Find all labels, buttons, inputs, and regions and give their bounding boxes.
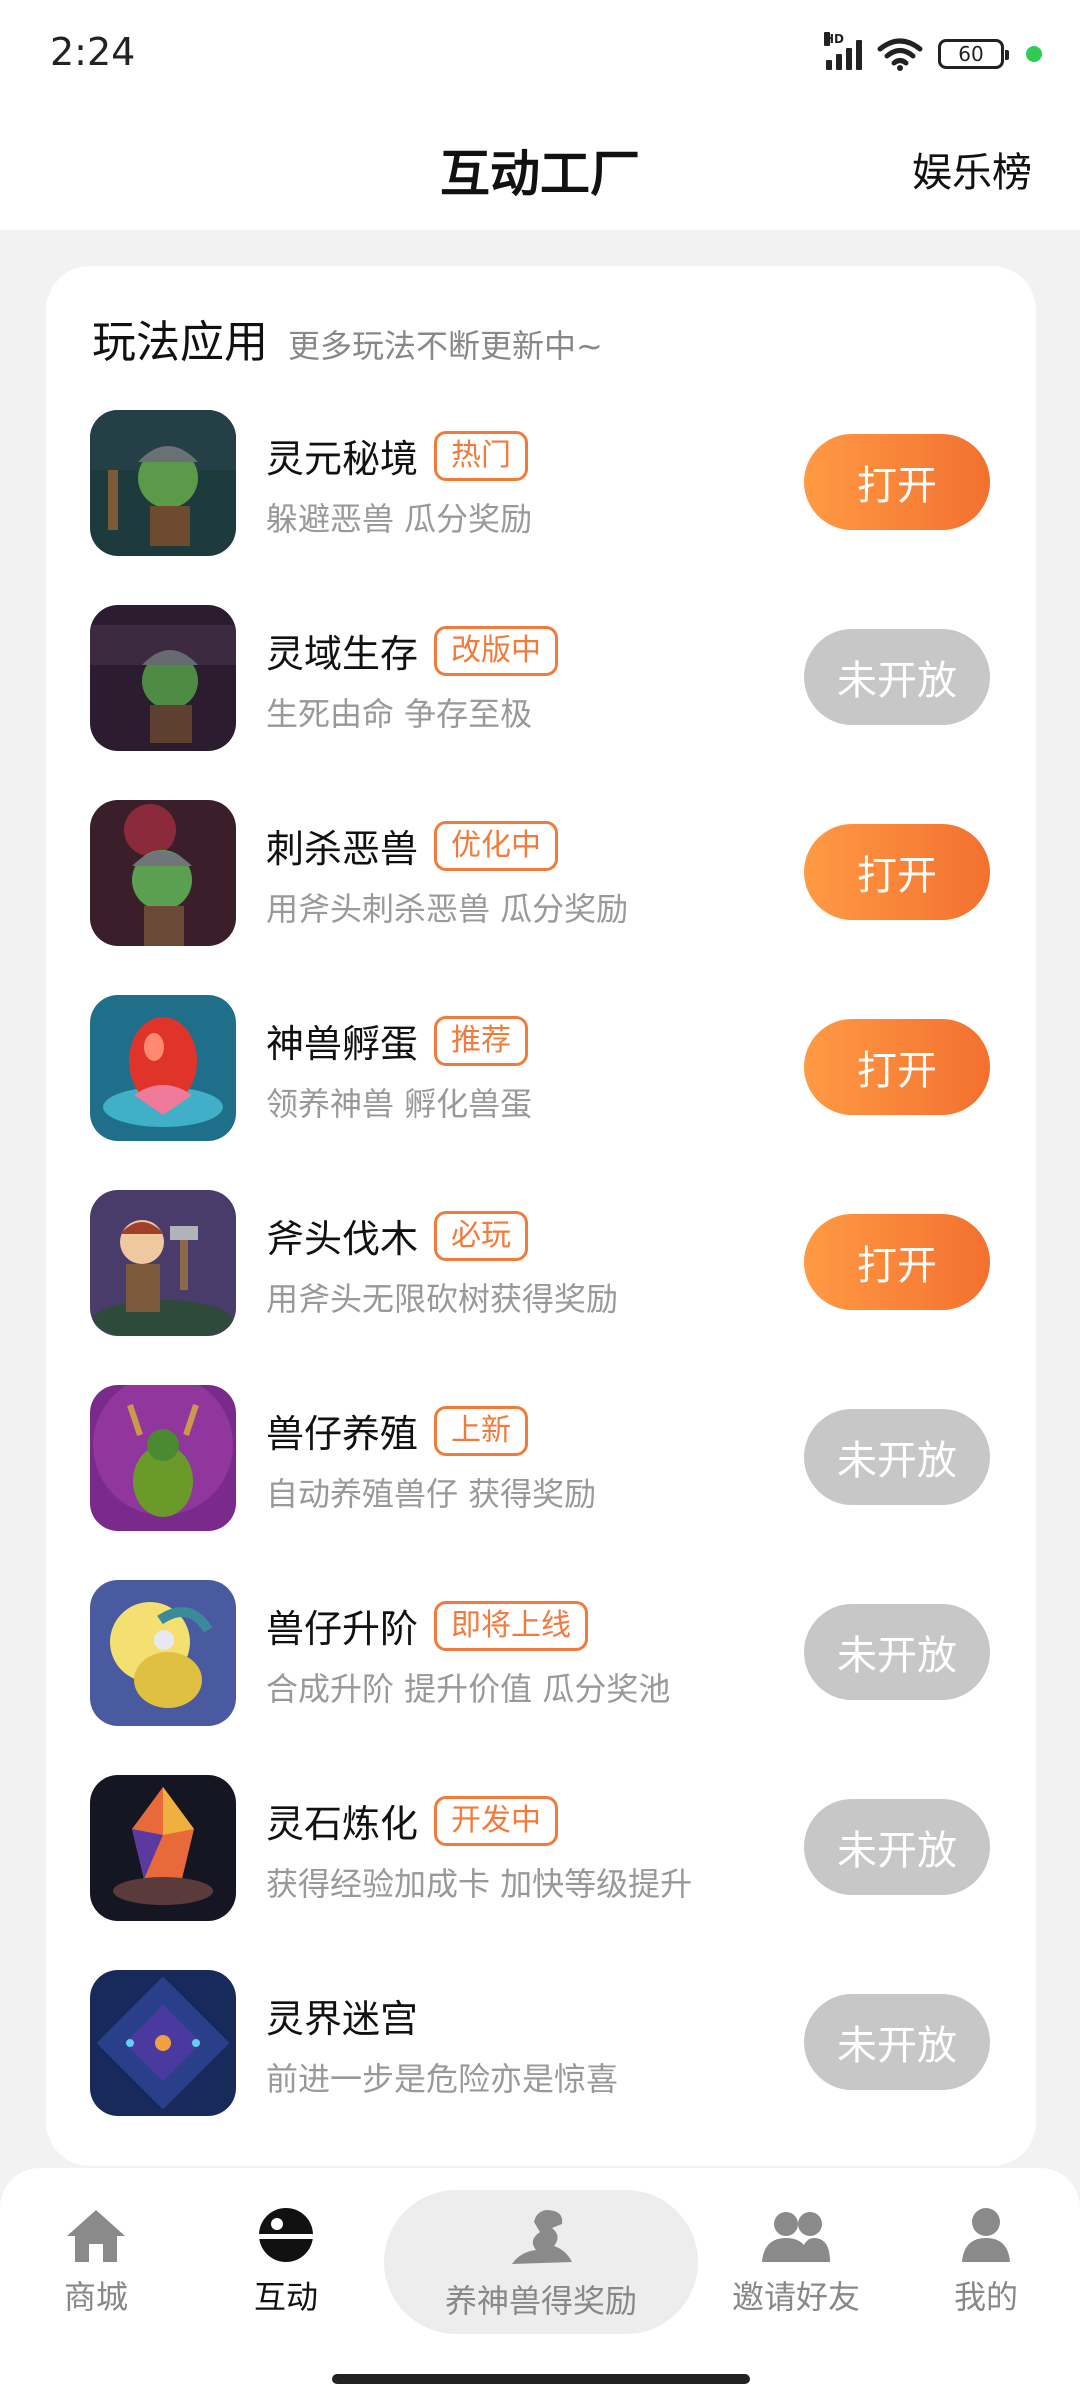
- game-name: 灵石炼化 开发中: [266, 1793, 559, 1848]
- game-tag: 优化中: [434, 820, 559, 871]
- wifi-icon: [877, 38, 923, 71]
- game-title: 灵元秘境: [266, 437, 419, 481]
- game-tag: 即将上线: [434, 1600, 589, 1651]
- nav-raise-beast[interactable]: 养神兽得奖励: [384, 2190, 698, 2334]
- privacy-indicator-dot: [1026, 46, 1042, 62]
- nav-mine-label: 我的: [953, 2278, 1018, 2316]
- game-title: 斧头伐木: [266, 1217, 419, 1261]
- games-card: 玩法应用 更多玩法不断更新中~ 灵元秘境 热门 躲避恶兽 瓜分奖励 打开 灵域生存…: [46, 266, 1036, 2166]
- game-thumbnail: [90, 800, 236, 946]
- game-item[interactable]: 兽仔养殖 上新 自动养殖兽仔 获得奖励 未开放: [46, 1385, 1036, 1580]
- game-name: 灵界迷宫: [266, 1988, 418, 2043]
- game-item[interactable]: 灵石炼化 开发中 获得经验加成卡 加快等级提升 未开放: [46, 1775, 1036, 1970]
- game-name: 灵域生存 改版中: [266, 623, 559, 678]
- not-open-button[interactable]: 未开放: [804, 1994, 990, 2090]
- person-icon: [906, 2200, 1066, 2264]
- battery-level: 60: [958, 42, 984, 66]
- friends-icon: [716, 2200, 876, 2264]
- game-title: 灵域生存: [266, 632, 419, 676]
- game-thumbnail: [90, 1580, 236, 1726]
- game-item[interactable]: 灵域生存 改版中 生死由命 争存至极 未开放: [46, 605, 1036, 800]
- section-header: 玩法应用 更多玩法不断更新中~: [92, 306, 603, 370]
- not-open-button[interactable]: 未开放: [804, 1799, 990, 1895]
- home-indicator[interactable]: [332, 2374, 750, 2384]
- header: 互动工厂 娱乐榜: [0, 104, 1080, 230]
- battery-icon: 60: [938, 39, 1009, 69]
- game-title: 灵石炼化: [266, 1802, 419, 1846]
- game-thumbnail: [90, 1970, 236, 2116]
- game-list: 灵元秘境 热门 躲避恶兽 瓜分奖励 打开 灵域生存 改版中 生死由命 争存至极 未开…: [46, 410, 1036, 2165]
- game-tag: 改版中: [434, 625, 559, 676]
- game-item[interactable]: 灵界迷宫 前进一步是危险亦是惊喜 未开放: [46, 1970, 1036, 2165]
- bottom-nav: 商城 互动 养神兽得奖励 邀请好友 我的: [0, 2168, 1080, 2400]
- nav-mine[interactable]: 我的: [906, 2200, 1066, 2318]
- game-thumbnail: [90, 410, 236, 556]
- game-thumbnail: [90, 1775, 236, 1921]
- game-title: 神兽孵蛋: [266, 1022, 419, 1066]
- section-title: 玩法应用: [92, 317, 268, 368]
- nav-shop[interactable]: 商城: [16, 2200, 176, 2318]
- planet-icon: [206, 2200, 366, 2264]
- nav-invite-label: 邀请好友: [731, 2278, 860, 2316]
- game-item[interactable]: 灵元秘境 热门 躲避恶兽 瓜分奖励 打开: [46, 410, 1036, 605]
- nav-interact[interactable]: 互动: [206, 2200, 366, 2318]
- open-button[interactable]: 打开: [804, 1019, 990, 1115]
- game-description: 用斧头无限砍树获得奖励: [266, 1280, 619, 1318]
- game-description: 获得经验加成卡 加快等级提升: [266, 1865, 693, 1903]
- section-subtitle: 更多玩法不断更新中~: [288, 327, 603, 365]
- game-tag: 热门: [434, 430, 529, 481]
- open-button[interactable]: 打开: [804, 1214, 990, 1310]
- game-item[interactable]: 斧头伐木 必玩 用斧头无限砍树获得奖励 打开: [46, 1190, 1036, 1385]
- open-button[interactable]: 打开: [804, 434, 990, 530]
- game-name: 神兽孵蛋 推荐: [266, 1013, 529, 1068]
- home-icon: [16, 2200, 176, 2264]
- game-name: 兽仔养殖 上新: [266, 1403, 529, 1458]
- game-thumbnail: [90, 605, 236, 751]
- game-item[interactable]: 神兽孵蛋 推荐 领养神兽 孵化兽蛋 打开: [46, 995, 1036, 1190]
- not-open-button[interactable]: 未开放: [804, 1604, 990, 1700]
- game-thumbnail: [90, 995, 236, 1141]
- status-time: 2:24: [50, 30, 136, 74]
- game-tag: 必玩: [434, 1210, 529, 1261]
- nav-interact-label: 互动: [253, 2278, 318, 2316]
- nav-shop-label: 商城: [63, 2278, 128, 2316]
- game-title: 兽仔升阶: [266, 1607, 419, 1651]
- game-item[interactable]: 刺杀恶兽 优化中 用斧头刺杀恶兽 瓜分奖励 打开: [46, 800, 1036, 995]
- game-title: 刺杀恶兽: [266, 827, 419, 871]
- game-title: 兽仔养殖: [266, 1412, 419, 1456]
- game-description: 自动养殖兽仔 获得奖励: [266, 1475, 597, 1513]
- open-button[interactable]: 打开: [804, 824, 990, 920]
- nav-raise-beast-label: 养神兽得奖励: [444, 2282, 637, 2320]
- game-description: 前进一步是危险亦是惊喜: [266, 2060, 619, 2098]
- not-open-button[interactable]: 未开放: [804, 1409, 990, 1505]
- game-thumbnail: [90, 1190, 236, 1336]
- dragon-icon: [384, 2198, 698, 2270]
- game-name: 斧头伐木 必玩: [266, 1208, 529, 1263]
- game-item[interactable]: 兽仔升阶 即将上线 合成升阶 提升价值 瓜分奖池 未开放: [46, 1580, 1036, 1775]
- status-icons: HD 60: [824, 32, 1042, 74]
- game-thumbnail: [90, 1385, 236, 1531]
- not-open-button[interactable]: 未开放: [804, 629, 990, 725]
- game-tag: 开发中: [434, 1795, 559, 1846]
- game-description: 合成升阶 提升价值 瓜分奖池: [266, 1670, 671, 1708]
- game-name: 刺杀恶兽 优化中: [266, 818, 559, 873]
- game-description: 躲避恶兽 瓜分奖励: [266, 500, 533, 538]
- status-bar: 2:24 HD 60: [0, 0, 1080, 104]
- game-description: 领养神兽 孵化兽蛋: [266, 1085, 533, 1123]
- game-tag: 推荐: [434, 1015, 529, 1066]
- game-title: 灵界迷宫: [266, 1997, 419, 2041]
- game-name: 兽仔升阶 即将上线: [266, 1598, 589, 1653]
- signal-icon: HD: [824, 32, 862, 70]
- game-tag: 上新: [434, 1405, 529, 1456]
- hd-label: HD: [824, 32, 845, 46]
- entertainment-rank-link[interactable]: 娱乐榜: [912, 140, 1032, 198]
- game-description: 生死由命 争存至极: [266, 695, 533, 733]
- nav-invite[interactable]: 邀请好友: [716, 2200, 876, 2318]
- game-description: 用斧头刺杀恶兽 瓜分奖励: [266, 890, 629, 928]
- game-name: 灵元秘境 热门: [266, 428, 529, 483]
